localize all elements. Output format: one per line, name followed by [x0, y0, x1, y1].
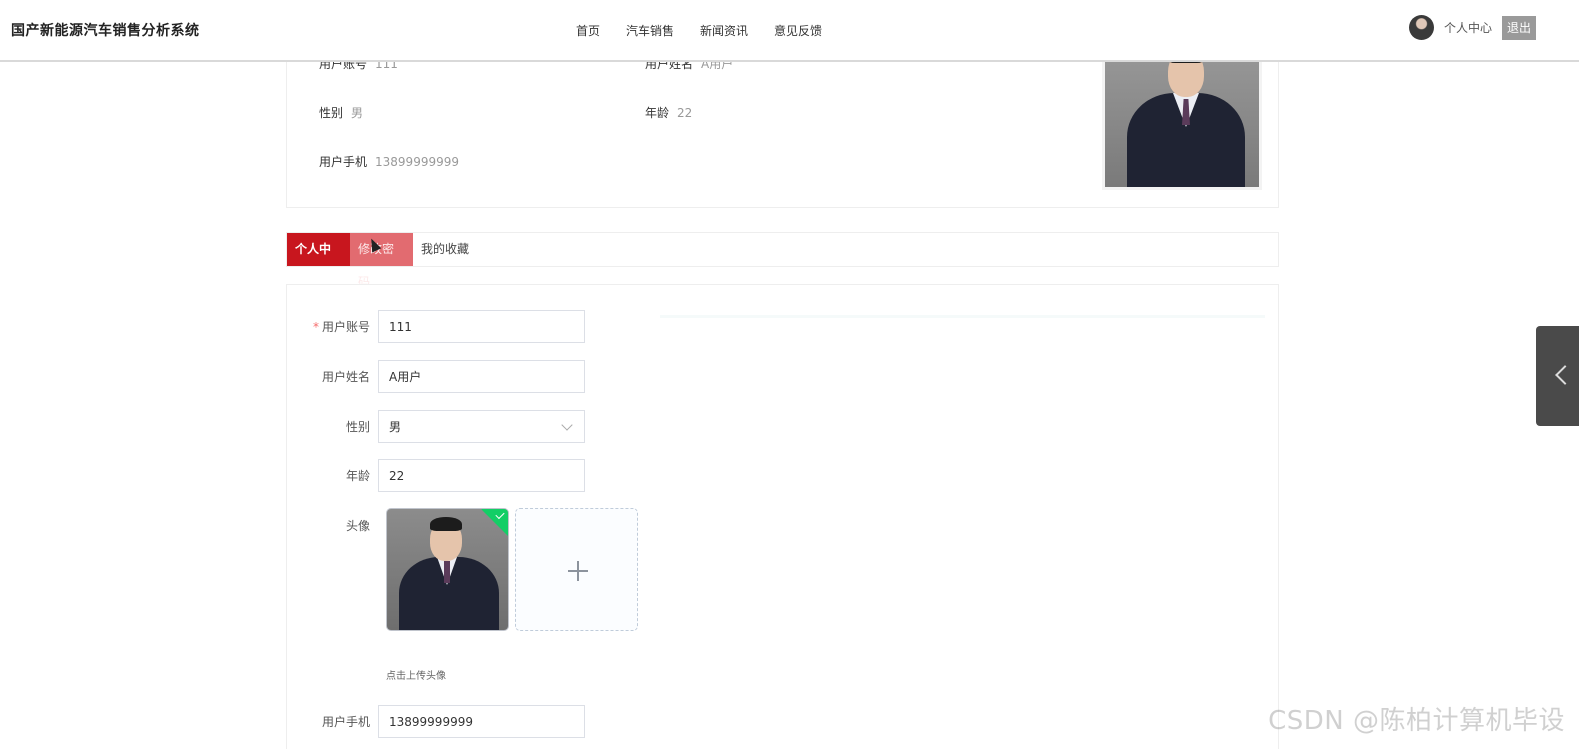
- plus-icon: [568, 561, 588, 581]
- nav-car-sales[interactable]: 汽车销售: [626, 22, 674, 39]
- required-mark: *: [312, 320, 319, 334]
- field-account: * 用户账号 111: [287, 310, 585, 343]
- profile-tabs: 个人中心 修改密码 我的收藏: [286, 232, 1279, 289]
- tab-my-favorites[interactable]: 我的收藏: [413, 233, 477, 266]
- field-phone: 用户手机 13899999999: [287, 705, 585, 738]
- profile-edit-form: * 用户账号 111 用户姓名 A用户 性别 男 年龄 22 头像 点击上传头像 …: [286, 284, 1279, 749]
- name-input[interactable]: A用户: [378, 360, 585, 393]
- field-name: 用户姓名 A用户: [287, 360, 585, 393]
- user-area: 个人中心 退出: [1408, 15, 1536, 40]
- gender-select[interactable]: 男: [378, 410, 585, 443]
- nav-feedback[interactable]: 意见反馈: [774, 22, 822, 39]
- info-gender: 性别男: [319, 106, 364, 120]
- user-center-link[interactable]: 个人中心: [1444, 19, 1492, 36]
- site-title: 国产新能源汽车销售分析系统: [11, 23, 200, 39]
- info-phone: 用户手机 13899999999: [319, 155, 459, 169]
- avatar[interactable]: [1408, 15, 1434, 40]
- logout-button[interactable]: 退出: [1501, 15, 1536, 40]
- upload-hint: 点击上传头像: [386, 671, 446, 682]
- tab-change-password[interactable]: 修改密码: [350, 233, 413, 289]
- field-avatar: 头像: [345, 519, 370, 533]
- chevron-left-icon: [1555, 365, 1575, 385]
- main-nav: 首页 汽车销售 新闻资讯 意见反馈: [576, 22, 848, 39]
- nav-home[interactable]: 首页: [576, 22, 600, 39]
- avatar-upload-button[interactable]: [515, 508, 638, 631]
- side-drawer-toggle[interactable]: [1536, 326, 1579, 426]
- watermark: CSDN @陈柏计算机毕设: [1268, 706, 1565, 736]
- field-age: 年龄 22: [287, 459, 585, 492]
- top-header: 国产新能源汽车销售分析系统 首页 汽车销售 新闻资讯 意见反馈 个人中心 退出: [0, 0, 1579, 62]
- tab-personal-center[interactable]: 个人中心: [287, 233, 350, 289]
- info-age: 年龄 22: [645, 106, 693, 120]
- account-input[interactable]: 111: [378, 310, 585, 343]
- phone-input[interactable]: 13899999999: [378, 705, 585, 738]
- nav-news[interactable]: 新闻资讯: [700, 22, 748, 39]
- age-input[interactable]: 22: [378, 459, 585, 492]
- avatar-preview[interactable]: [386, 508, 509, 631]
- field-gender: 性别 男: [287, 410, 585, 443]
- chevron-down-icon: [561, 418, 573, 431]
